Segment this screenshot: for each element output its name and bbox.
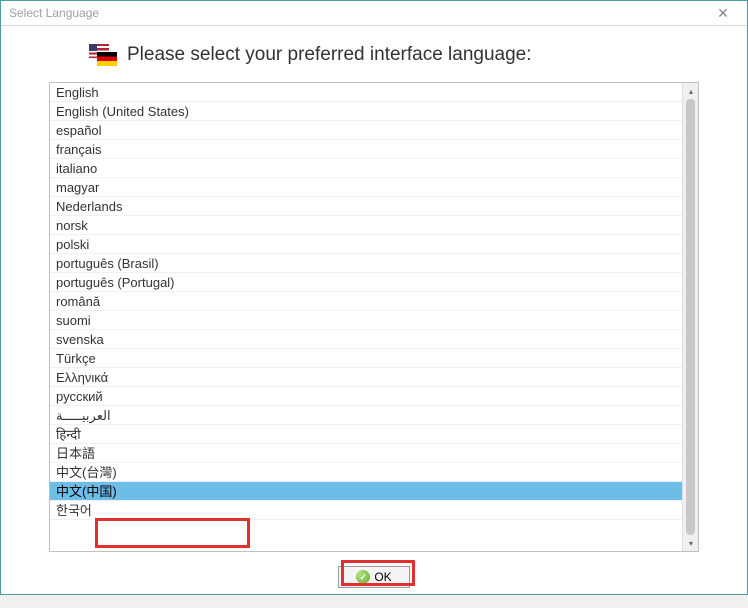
list-item[interactable]: 中文(中国) [50, 482, 682, 501]
list-item[interactable]: svenska [50, 330, 682, 349]
list-item[interactable]: 한국어 [50, 501, 682, 520]
header-row: Please select your preferred interface l… [49, 44, 699, 66]
language-list[interactable]: EnglishEnglish (United States)españolfra… [50, 83, 682, 551]
list-item[interactable]: français [50, 140, 682, 159]
ok-button-label: OK [374, 570, 391, 584]
scroll-up-arrow-icon[interactable]: ▴ [683, 83, 699, 99]
window-title: Select Language [9, 6, 99, 20]
dialog-content: Please select your preferred interface l… [1, 26, 747, 608]
list-item[interactable]: Ελληνικά [50, 368, 682, 387]
list-item[interactable]: Türkçe [50, 349, 682, 368]
list-item[interactable]: 日本語 [50, 444, 682, 463]
list-item[interactable]: русский [50, 387, 682, 406]
scroll-thumb[interactable] [686, 99, 695, 535]
flags-icon [89, 44, 117, 66]
list-item[interactable]: română [50, 292, 682, 311]
list-item[interactable]: العربيـــــة [50, 406, 682, 425]
list-item[interactable]: suomi [50, 311, 682, 330]
ok-check-icon: ✓ [356, 570, 370, 584]
list-item[interactable]: हिन्दी [50, 425, 682, 444]
ok-button[interactable]: ✓ OK [338, 566, 410, 588]
list-item[interactable]: português (Brasil) [50, 254, 682, 273]
button-row: ✓ OK [49, 566, 699, 588]
header-title: Please select your preferred interface l… [127, 44, 532, 66]
list-item[interactable]: Nederlands [50, 197, 682, 216]
list-item[interactable]: polski [50, 235, 682, 254]
list-item[interactable]: português (Portugal) [50, 273, 682, 292]
flag-de-icon [97, 52, 117, 66]
scroll-down-arrow-icon[interactable]: ▾ [683, 535, 699, 551]
titlebar: Select Language ✕ [1, 1, 747, 26]
list-item[interactable]: norsk [50, 216, 682, 235]
list-item[interactable]: English [50, 83, 682, 102]
scrollbar[interactable]: ▴ ▾ [682, 83, 698, 551]
list-item[interactable]: magyar [50, 178, 682, 197]
close-button[interactable]: ✕ [703, 1, 743, 25]
list-item[interactable]: English (United States) [50, 102, 682, 121]
list-item[interactable]: italiano [50, 159, 682, 178]
language-list-wrapper: EnglishEnglish (United States)españolfra… [49, 82, 699, 552]
close-icon: ✕ [717, 5, 729, 22]
language-dialog: Select Language ✕ Please select your pre… [0, 0, 748, 595]
list-item[interactable]: 中文(台灣) [50, 463, 682, 482]
list-item[interactable]: español [50, 121, 682, 140]
